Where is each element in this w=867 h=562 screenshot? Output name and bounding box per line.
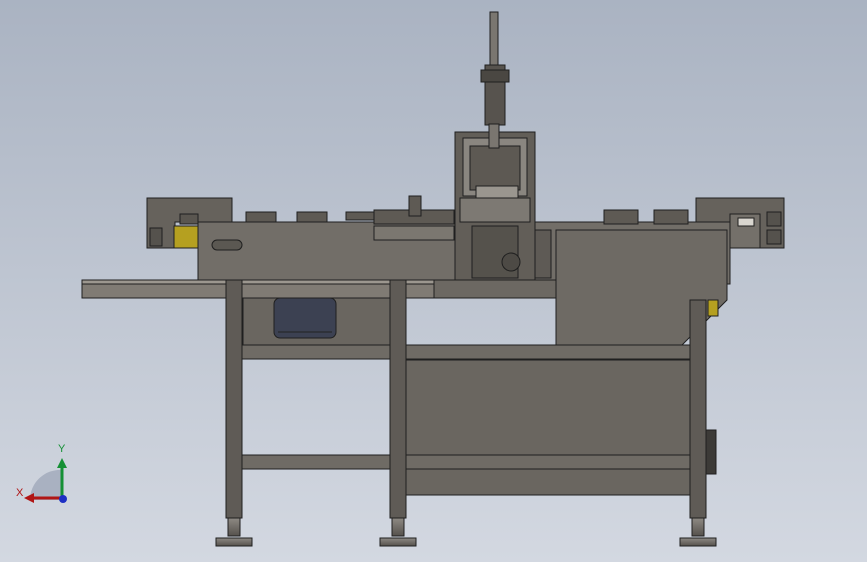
leg-right (689, 299, 707, 519)
leg-middle (389, 279, 407, 519)
triad-y-label: Y (58, 443, 66, 455)
press-knob (501, 252, 521, 272)
z-axis-dot (59, 495, 67, 503)
cylinder-rod-top (489, 11, 499, 73)
triad-x-label: X (16, 487, 24, 499)
lower-cabinet (404, 359, 691, 496)
slide-rail (373, 225, 455, 241)
leg-left (225, 279, 243, 519)
press-platen (459, 197, 531, 223)
crossbar-upper (239, 344, 696, 360)
slot-label (211, 239, 243, 251)
cad-viewport[interactable]: X Y (0, 0, 867, 562)
machine-assembly-drawing (0, 0, 867, 562)
left-yellow-coupling (173, 225, 199, 249)
crossbar-lower (239, 454, 696, 470)
